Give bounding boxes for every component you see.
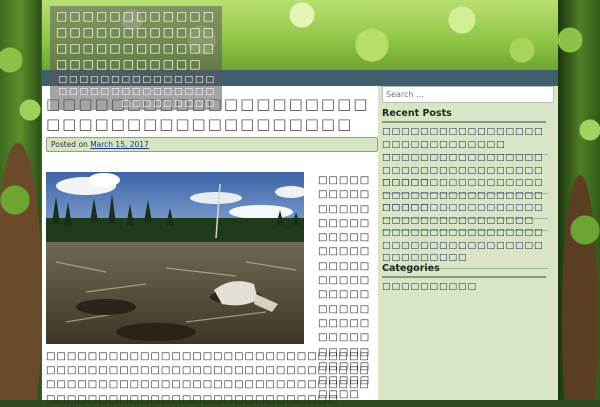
post-date-link[interactable]: March 15, 2017	[90, 140, 149, 149]
site-branding: □□□□□□□□□□□□□□□□□□□□□□□□□□□□□□□□□□□□□□□□…	[50, 6, 222, 110]
posted-on-label: Posted on	[51, 140, 88, 149]
site-description: □□□□□□□□□□□□□□□□□□□□□□□□□□□□□□□□□□□□□□□	[58, 75, 216, 109]
recent-post-link[interactable]: □□□□□□□□□□□□□□□□□□□□□□□□□□□□□□	[382, 126, 548, 155]
recent-posts-heading: Recent Posts	[382, 108, 546, 123]
search-input[interactable]	[382, 86, 554, 103]
post-body: □□□□□□□□□□□□□□□□□□□□□□□□□□□□□□□□□□□□□□□□…	[46, 351, 370, 405]
clearcut-forest-photo	[46, 172, 304, 344]
category-link[interactable]: □□□□□□□□□□	[382, 281, 548, 297]
main-content: □□□□□□□□□□□□□□□□□□□□□□□□□□□□□□□□□□□□□□□ …	[42, 86, 378, 405]
post-meta: Posted on March 15, 2017	[46, 137, 378, 152]
site-title[interactable]: □□□□□□□□□□□□□□□□□□□□□□□□□□□□□□□□□□□□□□□□…	[56, 8, 222, 72]
content-area: □□□□□□□□□□□□□□□□□□□□□□□□□□□□□□□□□□□□□□□ …	[42, 86, 558, 405]
featured-image	[46, 172, 304, 344]
categories-heading: Categories	[382, 263, 546, 278]
sidebar: Recent Posts □□□□□□□□□□□□□□□□□□□□□□□□□□□…	[382, 86, 554, 400]
